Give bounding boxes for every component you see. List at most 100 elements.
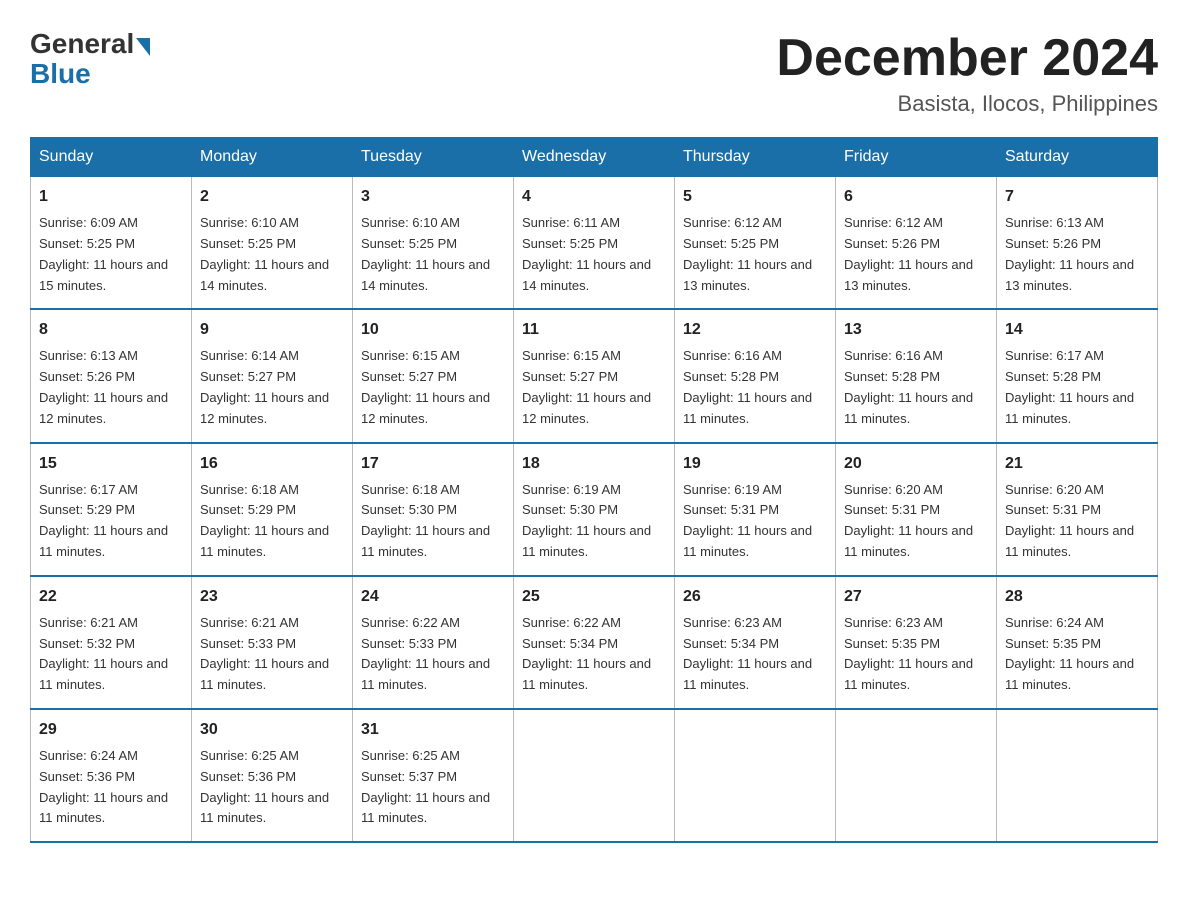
day-number: 13 bbox=[844, 318, 988, 342]
day-detail: Sunrise: 6:22 AMSunset: 5:34 PMDaylight:… bbox=[522, 613, 666, 696]
calendar-cell: 11 Sunrise: 6:15 AMSunset: 5:27 PMDayligh… bbox=[514, 309, 675, 442]
day-number: 18 bbox=[522, 452, 666, 476]
day-detail: Sunrise: 6:16 AMSunset: 5:28 PMDaylight:… bbox=[683, 346, 827, 429]
calendar-cell: 26Sunrise: 6:23 AMSunset: 5:34 PMDayligh… bbox=[675, 576, 836, 709]
calendar-cell: 31 Sunrise: 6:25 AMSunset: 5:37 PMDayligh… bbox=[353, 709, 514, 842]
logo: General Blue bbox=[30, 30, 150, 90]
calendar-cell: 19Sunrise: 6:19 AMSunset: 5:31 PMDayligh… bbox=[675, 443, 836, 576]
calendar-cell: 13 Sunrise: 6:16 AMSunset: 5:28 PMDayligh… bbox=[836, 309, 997, 442]
day-detail: Sunrise: 6:15 AMSunset: 5:27 PMDaylight:… bbox=[522, 346, 666, 429]
calendar-cell: 30Sunrise: 6:25 AMSunset: 5:36 PMDayligh… bbox=[192, 709, 353, 842]
calendar-cell bbox=[675, 709, 836, 842]
day-detail: Sunrise: 6:17 AMSunset: 5:28 PMDaylight:… bbox=[1005, 346, 1149, 429]
day-number: 27 bbox=[844, 585, 988, 609]
column-header-friday: Friday bbox=[836, 138, 997, 177]
day-detail: Sunrise: 6:19 AMSunset: 5:30 PMDaylight:… bbox=[522, 480, 666, 563]
day-number: 2 bbox=[200, 185, 344, 209]
calendar-cell: 16 Sunrise: 6:18 AMSunset: 5:29 PMDayligh… bbox=[192, 443, 353, 576]
calendar-cell: 8 Sunrise: 6:13 AMSunset: 5:26 PMDaylight… bbox=[31, 309, 192, 442]
calendar-cell: 18 Sunrise: 6:19 AMSunset: 5:30 PMDayligh… bbox=[514, 443, 675, 576]
calendar-cell: 4 Sunrise: 6:11 AMSunset: 5:25 PMDaylight… bbox=[514, 177, 675, 310]
day-number: 16 bbox=[200, 452, 344, 476]
day-number: 1 bbox=[39, 185, 183, 209]
calendar-cell: 14Sunrise: 6:17 AMSunset: 5:28 PMDayligh… bbox=[997, 309, 1158, 442]
day-number: 25 bbox=[522, 585, 666, 609]
calendar-week-row: 22 Sunrise: 6:21 AMSunset: 5:32 PMDayligh… bbox=[31, 576, 1158, 709]
column-header-tuesday: Tuesday bbox=[353, 138, 514, 177]
calendar-cell: 23Sunrise: 6:21 AMSunset: 5:33 PMDayligh… bbox=[192, 576, 353, 709]
calendar-cell: 17Sunrise: 6:18 AMSunset: 5:30 PMDayligh… bbox=[353, 443, 514, 576]
day-number: 29 bbox=[39, 718, 183, 742]
day-number: 24 bbox=[361, 585, 505, 609]
day-detail: Sunrise: 6:21 AMSunset: 5:32 PMDaylight:… bbox=[39, 613, 183, 696]
header-row: SundayMondayTuesdayWednesdayThursdayFrid… bbox=[31, 138, 1158, 177]
location-subtitle: Basista, Ilocos, Philippines bbox=[776, 91, 1158, 117]
logo-blue-text: Blue bbox=[30, 58, 91, 90]
day-detail: Sunrise: 6:18 AMSunset: 5:29 PMDaylight:… bbox=[200, 480, 344, 563]
day-number: 22 bbox=[39, 585, 183, 609]
day-detail: Sunrise: 6:19 AMSunset: 5:31 PMDaylight:… bbox=[683, 480, 827, 563]
logo-arrow-icon bbox=[136, 38, 150, 56]
day-detail: Sunrise: 6:09 AMSunset: 5:25 PMDaylight:… bbox=[39, 213, 183, 296]
day-number: 30 bbox=[200, 718, 344, 742]
day-number: 5 bbox=[683, 185, 827, 209]
day-detail: Sunrise: 6:10 AMSunset: 5:25 PMDaylight:… bbox=[361, 213, 505, 296]
calendar-cell: 5 Sunrise: 6:12 AMSunset: 5:25 PMDaylight… bbox=[675, 177, 836, 310]
day-detail: Sunrise: 6:20 AMSunset: 5:31 PMDaylight:… bbox=[844, 480, 988, 563]
day-number: 6 bbox=[844, 185, 988, 209]
day-number: 3 bbox=[361, 185, 505, 209]
day-detail: Sunrise: 6:24 AMSunset: 5:36 PMDaylight:… bbox=[39, 746, 183, 829]
day-detail: Sunrise: 6:16 AMSunset: 5:28 PMDaylight:… bbox=[844, 346, 988, 429]
calendar-cell: 20 Sunrise: 6:20 AMSunset: 5:31 PMDayligh… bbox=[836, 443, 997, 576]
calendar-body: 1 Sunrise: 6:09 AMSunset: 5:25 PMDaylight… bbox=[31, 177, 1158, 842]
calendar-cell: 10Sunrise: 6:15 AMSunset: 5:27 PMDayligh… bbox=[353, 309, 514, 442]
calendar-cell: 28 Sunrise: 6:24 AMSunset: 5:35 PMDayligh… bbox=[997, 576, 1158, 709]
calendar-cell: 15 Sunrise: 6:17 AMSunset: 5:29 PMDayligh… bbox=[31, 443, 192, 576]
day-number: 11 bbox=[522, 318, 666, 342]
day-number: 31 bbox=[361, 718, 505, 742]
calendar-cell: 24 Sunrise: 6:22 AMSunset: 5:33 PMDayligh… bbox=[353, 576, 514, 709]
month-year-title: December 2024 bbox=[776, 30, 1158, 87]
day-detail: Sunrise: 6:22 AMSunset: 5:33 PMDaylight:… bbox=[361, 613, 505, 696]
logo-general-text: General bbox=[30, 30, 134, 58]
day-number: 4 bbox=[522, 185, 666, 209]
calendar-cell bbox=[997, 709, 1158, 842]
column-header-sunday: Sunday bbox=[31, 138, 192, 177]
column-header-thursday: Thursday bbox=[675, 138, 836, 177]
day-detail: Sunrise: 6:14 AMSunset: 5:27 PMDaylight:… bbox=[200, 346, 344, 429]
title-block: December 2024 Basista, Ilocos, Philippin… bbox=[776, 30, 1158, 117]
day-detail: Sunrise: 6:12 AMSunset: 5:25 PMDaylight:… bbox=[683, 213, 827, 296]
calendar-cell: 12 Sunrise: 6:16 AMSunset: 5:28 PMDayligh… bbox=[675, 309, 836, 442]
day-detail: Sunrise: 6:13 AMSunset: 5:26 PMDaylight:… bbox=[1005, 213, 1149, 296]
day-detail: Sunrise: 6:11 AMSunset: 5:25 PMDaylight:… bbox=[522, 213, 666, 296]
day-detail: Sunrise: 6:25 AMSunset: 5:37 PMDaylight:… bbox=[361, 746, 505, 829]
day-detail: Sunrise: 6:13 AMSunset: 5:26 PMDaylight:… bbox=[39, 346, 183, 429]
calendar-cell: 25 Sunrise: 6:22 AMSunset: 5:34 PMDayligh… bbox=[514, 576, 675, 709]
calendar-cell bbox=[836, 709, 997, 842]
day-number: 17 bbox=[361, 452, 505, 476]
calendar-cell: 21Sunrise: 6:20 AMSunset: 5:31 PMDayligh… bbox=[997, 443, 1158, 576]
day-number: 28 bbox=[1005, 585, 1149, 609]
calendar-week-row: 8 Sunrise: 6:13 AMSunset: 5:26 PMDaylight… bbox=[31, 309, 1158, 442]
day-number: 7 bbox=[1005, 185, 1149, 209]
column-header-wednesday: Wednesday bbox=[514, 138, 675, 177]
calendar-week-row: 29 Sunrise: 6:24 AMSunset: 5:36 PMDayligh… bbox=[31, 709, 1158, 842]
day-number: 12 bbox=[683, 318, 827, 342]
calendar-cell: 7 Sunrise: 6:13 AMSunset: 5:26 PMDaylight… bbox=[997, 177, 1158, 310]
day-detail: Sunrise: 6:17 AMSunset: 5:29 PMDaylight:… bbox=[39, 480, 183, 563]
calendar-cell: 3 Sunrise: 6:10 AMSunset: 5:25 PMDaylight… bbox=[353, 177, 514, 310]
day-detail: Sunrise: 6:24 AMSunset: 5:35 PMDaylight:… bbox=[1005, 613, 1149, 696]
day-number: 20 bbox=[844, 452, 988, 476]
calendar-table: SundayMondayTuesdayWednesdayThursdayFrid… bbox=[30, 137, 1158, 843]
column-header-saturday: Saturday bbox=[997, 138, 1158, 177]
calendar-cell: 22 Sunrise: 6:21 AMSunset: 5:32 PMDayligh… bbox=[31, 576, 192, 709]
calendar-cell: 9Sunrise: 6:14 AMSunset: 5:27 PMDaylight… bbox=[192, 309, 353, 442]
day-number: 26 bbox=[683, 585, 827, 609]
calendar-cell: 27Sunrise: 6:23 AMSunset: 5:35 PMDayligh… bbox=[836, 576, 997, 709]
calendar-cell: 2Sunrise: 6:10 AMSunset: 5:25 PMDaylight… bbox=[192, 177, 353, 310]
calendar-week-row: 1 Sunrise: 6:09 AMSunset: 5:25 PMDaylight… bbox=[31, 177, 1158, 310]
page-header: General Blue December 2024 Basista, Iloc… bbox=[30, 30, 1158, 117]
day-detail: Sunrise: 6:20 AMSunset: 5:31 PMDaylight:… bbox=[1005, 480, 1149, 563]
day-number: 8 bbox=[39, 318, 183, 342]
day-number: 15 bbox=[39, 452, 183, 476]
